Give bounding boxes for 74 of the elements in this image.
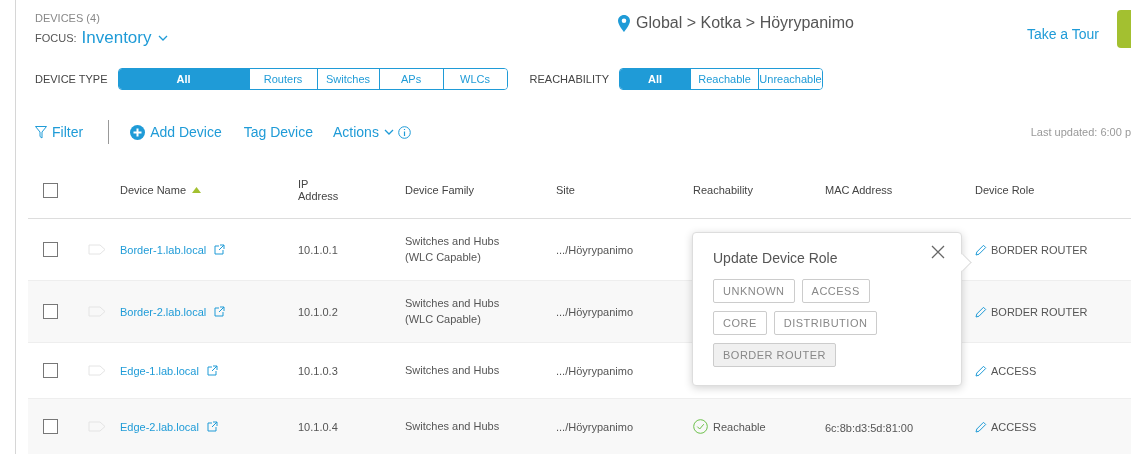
table-cell-text: Switches and Hubs (WLC Capable) xyxy=(405,295,501,327)
row-checkbox[interactable] xyxy=(43,304,58,319)
table-cell-text: .../Höyrypanimo xyxy=(556,420,635,433)
role-option[interactable]: CORE xyxy=(713,311,767,335)
tag-device-button[interactable]: Tag Device xyxy=(243,124,313,140)
device-link[interactable]: Border-1.lab.local xyxy=(120,243,207,256)
device-role: ACCESS xyxy=(991,364,1037,377)
table-cell-text: .../Höyrypanimo xyxy=(556,305,635,318)
role-option[interactable]: UNKNOWN xyxy=(713,279,795,303)
pencil-icon[interactable] xyxy=(975,305,987,318)
column-header[interactable]: Device Role xyxy=(975,184,1035,196)
tag-icon xyxy=(88,244,106,255)
filter-icon xyxy=(35,125,47,139)
popover-title: Update Device Role xyxy=(713,250,838,266)
focus-dropdown[interactable]: Inventory xyxy=(81,28,168,48)
external-link-icon[interactable] xyxy=(214,244,226,255)
pencil-icon[interactable] xyxy=(975,364,987,377)
device-link[interactable]: Edge-1.lab.local xyxy=(120,364,199,377)
pencil-icon[interactable] xyxy=(975,243,987,256)
table-cell-text: .../Höyrypanimo xyxy=(556,243,635,256)
external-link-icon[interactable] xyxy=(206,421,218,432)
select-all-checkbox[interactable] xyxy=(43,182,58,198)
chevron-down-icon xyxy=(383,129,394,135)
row-checkbox[interactable] xyxy=(43,363,58,378)
sort-ascending-icon xyxy=(192,187,202,193)
location-pin-icon xyxy=(618,14,630,32)
chevron-down-icon xyxy=(157,35,168,41)
device-link[interactable]: Edge-2.lab.local xyxy=(120,420,199,433)
table-cell-text: Switches and Hubs (WLC Capable) xyxy=(405,233,501,265)
row-checkbox[interactable] xyxy=(43,419,58,434)
role-option[interactable]: ACCESS xyxy=(801,279,870,303)
column-header[interactable]: Reachability xyxy=(693,184,753,196)
check-circle-icon xyxy=(693,419,708,434)
table-cell-text: 10.1.0.3 xyxy=(298,364,339,377)
info-icon[interactable] xyxy=(397,125,411,139)
external-link-icon[interactable] xyxy=(214,306,226,317)
take-tour-link[interactable]: Take a Tour xyxy=(1026,26,1099,44)
device-role: BORDER ROUTER xyxy=(991,305,1088,318)
row-checkbox[interactable] xyxy=(43,242,58,257)
table-cell-text: 10.1.0.4 xyxy=(298,420,339,433)
last-updated: Last updated: 6:00 p xyxy=(1030,126,1131,138)
filter-button[interactable]: Filter xyxy=(35,124,84,140)
filter-label: DEVICE TYPE xyxy=(35,73,108,85)
filter-option[interactable]: All xyxy=(620,69,690,89)
table-cell-text: 10.1.0.2 xyxy=(298,305,339,318)
device-link[interactable]: Border-2.lab.local xyxy=(120,305,207,318)
column-header[interactable]: Site xyxy=(556,184,575,196)
role-option[interactable]: DISTRIBUTION xyxy=(773,311,878,335)
actions-dropdown[interactable]: Actions xyxy=(333,124,394,140)
focus-label: FOCUS: xyxy=(35,32,77,44)
table-cell-text: Switches and Hubs xyxy=(405,362,501,378)
device-role: BORDER ROUTER xyxy=(991,243,1088,256)
table-cell-text: .../Höyrypanimo xyxy=(556,364,635,377)
reachability-status: Reachable xyxy=(713,420,766,433)
add-device-button[interactable]: Add Device xyxy=(130,124,222,140)
plus-circle-icon xyxy=(130,124,146,140)
filter-option[interactable]: WLCs xyxy=(442,69,507,89)
column-header[interactable]: MAC Address xyxy=(825,184,893,196)
devices-count: DEVICES (4) xyxy=(35,12,101,24)
breadcrumb[interactable]: Global > Kotka > Höyrypanimo xyxy=(636,14,854,32)
pencil-icon[interactable] xyxy=(975,420,987,433)
column-header[interactable]: Device Family xyxy=(405,184,475,196)
external-link-icon[interactable] xyxy=(206,365,218,376)
tag-icon xyxy=(88,365,106,376)
table-cell: 6c:8b:d3:5d:81:00 xyxy=(825,421,914,434)
column-header[interactable]: IP Address xyxy=(298,178,338,202)
filter-option[interactable]: Unreachable xyxy=(758,69,822,89)
column-header[interactable]: Device Name xyxy=(120,184,187,196)
role-option[interactable]: BORDER ROUTER xyxy=(713,343,837,367)
filter-option[interactable]: All xyxy=(118,69,249,89)
table-cell-text: Switches and Hubs xyxy=(405,418,501,434)
table-cell-text: 10.1.0.1 xyxy=(298,243,339,256)
filter-label: REACHABILITY xyxy=(529,73,609,85)
device-role: ACCESS xyxy=(991,420,1037,433)
